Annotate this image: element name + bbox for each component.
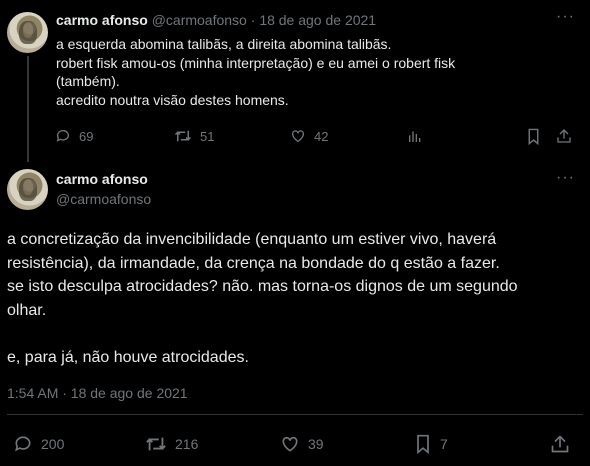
display-name[interactable]: carmo afonso xyxy=(56,12,148,28)
bookmark-count: 7 xyxy=(440,436,448,452)
like-icon xyxy=(292,130,304,143)
tweet-timestamp[interactable]: 1:54 AM · 18 de ago de 2021 xyxy=(7,385,188,401)
tweet-header: carmo afonso @carmoafonso · 18 de ago de… xyxy=(56,12,376,28)
reply-icon xyxy=(56,130,69,142)
share-icon xyxy=(557,129,571,143)
handle[interactable]: @carmoafonso xyxy=(152,12,247,28)
like-button[interactable]: 39 xyxy=(280,434,324,454)
bookmark-icon xyxy=(417,434,429,454)
reply-count: 69 xyxy=(79,128,94,144)
share-button[interactable] xyxy=(550,434,570,454)
share-icon xyxy=(551,435,569,453)
retweet-count: 216 xyxy=(175,436,199,452)
retweet-count: 51 xyxy=(200,128,215,144)
retweet-icon xyxy=(174,130,192,142)
bookmark-button[interactable] xyxy=(526,128,541,145)
display-name[interactable]: carmo afonso xyxy=(56,171,148,187)
divider xyxy=(7,414,583,415)
share-button[interactable] xyxy=(556,128,572,144)
handle[interactable]: @carmoafonso xyxy=(56,191,151,207)
separator: · xyxy=(250,12,256,28)
like-count: 39 xyxy=(308,436,324,452)
thread-line xyxy=(27,56,29,162)
retweet-button[interactable]: 216 xyxy=(145,434,198,454)
like-button[interactable]: 42 xyxy=(290,128,328,144)
views-icon xyxy=(409,131,421,142)
retweet-button[interactable]: 51 xyxy=(174,128,214,144)
bookmark-icon xyxy=(528,128,539,145)
bookmark-button[interactable]: 7 xyxy=(414,434,448,454)
tweet-text: a concretização da invencibilidade (enqu… xyxy=(7,231,518,366)
reply-button[interactable]: 69 xyxy=(55,128,93,144)
more-icon[interactable]: ··· xyxy=(556,169,575,187)
tweet-date[interactable]: 18 de ago de 2021 xyxy=(259,12,376,28)
tweet-text: a esquerda abomina talibãs, a direita ab… xyxy=(56,36,456,108)
more-icon[interactable]: ··· xyxy=(556,8,575,26)
reply-count: 200 xyxy=(41,436,65,452)
like-icon xyxy=(282,436,298,452)
avatar[interactable] xyxy=(7,12,48,53)
reply-button[interactable]: 200 xyxy=(13,434,64,454)
avatar[interactable] xyxy=(7,169,48,210)
reply-icon xyxy=(15,436,31,452)
views-button[interactable] xyxy=(407,128,423,144)
like-count: 42 xyxy=(314,128,329,144)
retweet-icon xyxy=(146,437,166,451)
